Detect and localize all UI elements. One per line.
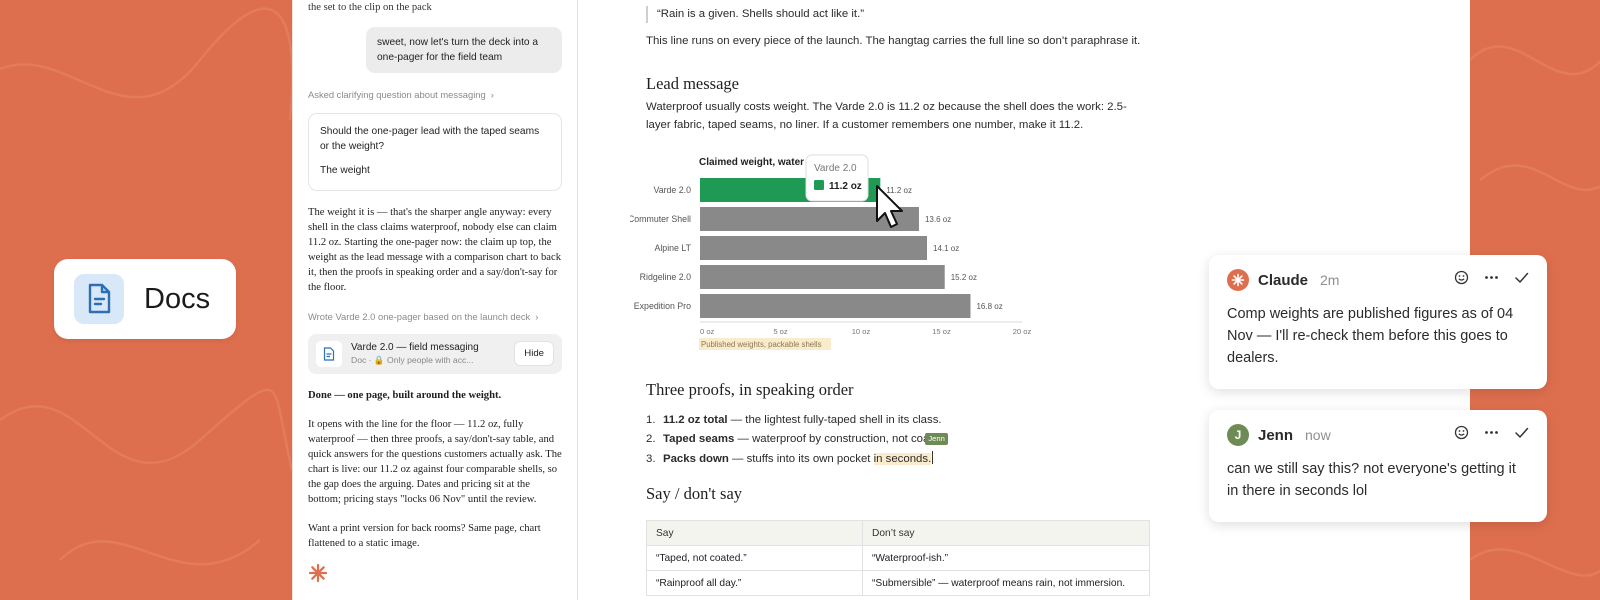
proof-text: — stuffs into its own pocket xyxy=(728,452,874,465)
table-cell: “Taped, not coated.” xyxy=(646,545,863,571)
proof-bold: 11.2 oz total xyxy=(663,414,728,426)
emoji-react-icon[interactable] xyxy=(1454,425,1469,445)
proof-text: — the lightest fully-taped shell in its … xyxy=(727,414,942,426)
chart-bar[interactable] xyxy=(700,294,971,318)
step-clarify[interactable]: Asked clarifying question about messagin… xyxy=(308,87,562,102)
comment-body: Comp weights are published figures as of… xyxy=(1227,306,1514,366)
comment-card-claude[interactable]: Claude 2m Comp weights are published fig… xyxy=(1209,255,1547,389)
claude-spark-icon xyxy=(308,563,562,588)
chart-source-note: Published weights, packable shells xyxy=(701,340,822,349)
tooltip-title: Varde 2.0 xyxy=(814,163,857,174)
assistant-message: The weight it is — that's the sharper an… xyxy=(308,206,561,293)
user-message: sweet, now let's turn the deck into a on… xyxy=(366,27,562,73)
weight-comparison-chart[interactable]: Claimed weight, water Varde 2.0 11.2 oz Co… xyxy=(630,150,1050,362)
chart-tick-label: 5 oz xyxy=(773,327,788,336)
proofs-list: 1. 11.2 oz total — the lightest fully-ta… xyxy=(646,411,948,469)
step-wrote-doc[interactable]: Wrote Varde 2.0 one-pager based on the l… xyxy=(308,309,562,324)
chart-value-label: 14.1 oz xyxy=(933,244,959,253)
step-wrote-doc-label: Wrote Varde 2.0 one-pager based on the l… xyxy=(308,310,531,322)
table-cell: “Submersible” — waterproof means rain, n… xyxy=(862,570,1150,596)
table-cell: “Rainproof all day.” xyxy=(646,570,863,596)
chart-tick-label: 20 oz xyxy=(1013,327,1032,336)
comment-time: 2m xyxy=(1320,272,1340,288)
chart-value-label: 11.2 oz xyxy=(886,186,912,195)
list-item: 3. Packs down — stuffs into its own pock… xyxy=(646,450,948,469)
more-options-icon[interactable] xyxy=(1484,270,1499,290)
chart-value-label: 16.8 oz xyxy=(976,302,1002,311)
collaborator-cursor-tag: Jenn xyxy=(925,433,948,446)
docs-badge: Docs xyxy=(54,259,236,339)
table-header: Say xyxy=(646,520,863,546)
chart-value-label: 15.2 oz xyxy=(951,273,977,282)
chart-tick-label: 0 oz xyxy=(700,327,715,336)
chart-category-label: Expedition Pro xyxy=(634,301,691,311)
resolve-check-icon[interactable] xyxy=(1514,425,1529,445)
list-item: 2. Taped seams — waterproof by construct… xyxy=(646,430,948,449)
comment-author: Jenn xyxy=(1258,426,1294,444)
doc-file-icon xyxy=(316,340,342,367)
claude-avatar xyxy=(1227,269,1249,291)
assistant-message: Want a print version for back rooms? Sam… xyxy=(308,522,541,549)
clarify-question: Should the one-pager lead with the taped… xyxy=(320,126,540,152)
doc-card-title: Varde 2.0 — field messaging xyxy=(351,342,479,353)
chart-title: Claimed weight, water xyxy=(699,157,804,168)
chart-category-label: Ridgeline 2.0 xyxy=(640,272,691,282)
table-cell: “Waterproof-ish.” xyxy=(862,545,1150,571)
proof-bold: Packs down xyxy=(663,452,729,465)
comment-body: can we still say this? not everyone's ge… xyxy=(1227,461,1516,499)
table-header: Don’t say xyxy=(862,520,1150,546)
table-row: “Taped, not coated.” “Waterproof-ish.” xyxy=(646,545,1150,571)
chart-tick-label: 15 oz xyxy=(932,327,951,336)
clarify-card: Should the one-pager lead with the taped… xyxy=(308,113,562,191)
document-icon xyxy=(74,274,124,324)
table-row: “Rainproof all day.” “Submersible” — wat… xyxy=(646,570,1150,596)
chart-tick-label: 10 oz xyxy=(852,327,871,336)
clarify-answer: The weight xyxy=(320,165,370,176)
chat-message-fragment: the set to the clip on the pack xyxy=(308,2,432,13)
doc-paragraph: Waterproof usually costs weight. The Var… xyxy=(646,101,1127,131)
heading-lead-message: Lead message xyxy=(646,74,739,93)
commented-highlight[interactable]: in seconds. xyxy=(873,452,932,465)
list-item: 1. 11.2 oz total — the lightest fully-ta… xyxy=(646,411,948,430)
step-clarify-label: Asked clarifying question about messagin… xyxy=(308,89,486,100)
more-options-icon[interactable] xyxy=(1484,425,1499,445)
list-number: 3. xyxy=(646,452,656,465)
chart-value-label: 13.6 oz xyxy=(925,215,951,224)
text-caret xyxy=(932,450,934,464)
doc-card-subtitle: Doc · 🔒 Only people with acc... xyxy=(351,355,474,365)
emoji-react-icon[interactable] xyxy=(1454,270,1469,290)
chart-category-label: Alpine LT xyxy=(654,243,691,253)
doc-paragraph: This line runs on every piece of the lau… xyxy=(646,35,1141,47)
jenn-avatar: J xyxy=(1227,424,1249,446)
hide-button[interactable]: Hide xyxy=(514,341,554,366)
chart-bar[interactable] xyxy=(700,236,928,260)
chart-category-label: Commuter Shell xyxy=(630,214,691,224)
chart-bar[interactable] xyxy=(700,265,945,289)
heading-say-dont-say: Say / don't say xyxy=(646,484,743,503)
proof-bold: Taped seams xyxy=(663,433,735,446)
list-number: 2. xyxy=(646,433,656,446)
assistant-message: It opens with the line for the floor — 1… xyxy=(308,418,562,505)
doc-attachment-card[interactable]: Varde 2.0 — field messaging Doc · 🔒 Only… xyxy=(308,333,562,374)
comment-author: Claude xyxy=(1258,271,1309,289)
list-number: 1. xyxy=(646,414,656,426)
comment-time: now xyxy=(1305,427,1331,443)
proof-text: — waterproof by construction, not coa xyxy=(734,433,930,446)
heading-three-proofs: Three proofs, in speaking order xyxy=(646,380,854,399)
chevron-right-icon: › xyxy=(535,310,539,322)
table-header-row: Say Don’t say xyxy=(646,520,1150,546)
tooltip-value: 11.2 oz xyxy=(829,181,862,192)
comment-card-jenn[interactable]: J Jenn now can we still say this? not ev… xyxy=(1209,410,1547,522)
chevron-right-icon: › xyxy=(490,89,494,100)
chart-category-label: Varde 2.0 xyxy=(654,185,692,195)
doc-quote: “Rain is a given. Shells should act like… xyxy=(646,6,864,23)
docs-label: Docs xyxy=(144,282,211,315)
assistant-done-line: Done — one page, built around the weight… xyxy=(308,389,502,401)
chart-tooltip: Varde 2.0 11.2 oz xyxy=(805,154,869,202)
resolve-check-icon[interactable] xyxy=(1514,270,1529,290)
tooltip-swatch xyxy=(814,180,824,190)
chat-panel: the set to the clip on the pack sweet, n… xyxy=(292,0,578,600)
say-dont-say-table: Say Don’t say “Taped, not coated.” “Wate… xyxy=(646,520,1150,596)
